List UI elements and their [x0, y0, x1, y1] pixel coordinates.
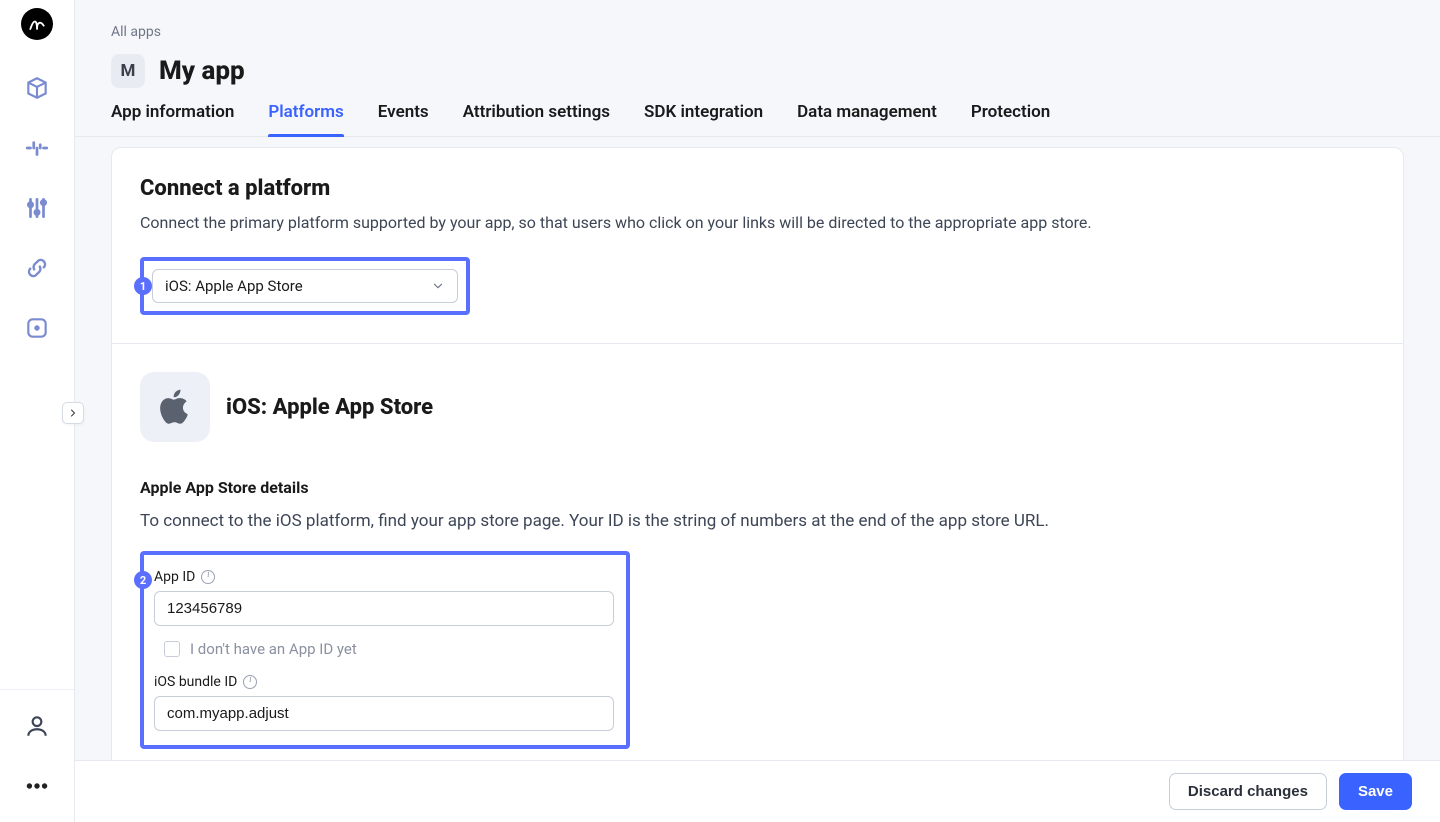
link-icon[interactable]: [21, 252, 53, 284]
tab-attribution-settings[interactable]: Attribution settings: [463, 102, 610, 136]
store-details-heading: Apple App Store details: [140, 478, 1375, 497]
sidebar-expand-button[interactable]: [62, 402, 84, 424]
platform-select-value: iOS: Apple App Store: [165, 277, 303, 295]
topbar: All apps M My app: [75, 0, 1440, 102]
info-icon[interactable]: [201, 570, 215, 584]
tab-sdk-integration[interactable]: SDK integration: [644, 102, 763, 136]
user-icon[interactable]: [21, 710, 53, 742]
breadcrumb[interactable]: All apps: [111, 24, 1404, 40]
info-icon[interactable]: [243, 675, 257, 689]
app-id-label-text: App ID: [154, 569, 195, 585]
store-details-help: To connect to the iOS platform, find you…: [140, 511, 1375, 531]
more-icon[interactable]: [21, 770, 53, 802]
sliders-icon[interactable]: [21, 192, 53, 224]
app-badge: M: [111, 54, 145, 88]
footer: Discard changes Save: [75, 760, 1440, 822]
platform-header: iOS: Apple App Store: [140, 372, 1375, 442]
brand-logo-icon[interactable]: [21, 8, 53, 40]
bundle-id-label: iOS bundle ID: [154, 674, 616, 690]
no-app-id-row: I don't have an App ID yet: [164, 640, 616, 658]
page-title: My app: [159, 56, 245, 86]
app-title-row: M My app: [111, 54, 1404, 88]
chevron-down-icon: [431, 279, 445, 293]
platform-title: iOS: Apple App Store: [226, 395, 433, 420]
bundle-id-input[interactable]: [154, 696, 614, 731]
platforms-card: Connect a platform Connect the primary p…: [111, 147, 1404, 822]
discard-button[interactable]: Discard changes: [1169, 773, 1327, 810]
tabs: App information Platforms Events Attribu…: [75, 102, 1440, 137]
sidebar-bottom: [0, 689, 74, 822]
tab-events[interactable]: Events: [378, 102, 429, 136]
divider: [112, 343, 1403, 344]
main: All apps M My app App information Platfo…: [75, 0, 1440, 822]
content: Connect a platform Connect the primary p…: [75, 137, 1440, 822]
connect-title: Connect a platform: [140, 176, 1375, 201]
apple-icon: [140, 372, 210, 442]
callout-2: App ID I don't have an App ID yet iOS bu…: [140, 551, 630, 749]
callout-1: iOS: Apple App Store: [140, 257, 470, 315]
pulse-icon[interactable]: [21, 132, 53, 164]
cube-icon[interactable]: [21, 72, 53, 104]
tab-app-information[interactable]: App information: [111, 102, 234, 136]
connect-desc: Connect the primary platform supported b…: [140, 211, 1375, 235]
bundle-id-label-text: iOS bundle ID: [154, 674, 237, 690]
tab-protection[interactable]: Protection: [971, 102, 1050, 136]
no-app-id-checkbox[interactable]: [164, 641, 180, 657]
target-icon[interactable]: [21, 312, 53, 344]
tab-data-management[interactable]: Data management: [797, 102, 937, 136]
chevron-right-icon: [67, 407, 79, 419]
sidebar-nav: [21, 72, 53, 344]
app-id-input[interactable]: [154, 591, 614, 626]
platform-select[interactable]: iOS: Apple App Store: [152, 269, 458, 303]
save-button[interactable]: Save: [1339, 773, 1412, 810]
sidebar: [0, 0, 75, 822]
app-id-label: App ID: [154, 569, 616, 585]
app-root: All apps M My app App information Platfo…: [0, 0, 1440, 822]
no-app-id-label: I don't have an App ID yet: [190, 640, 357, 658]
tab-platforms[interactable]: Platforms: [268, 102, 343, 136]
